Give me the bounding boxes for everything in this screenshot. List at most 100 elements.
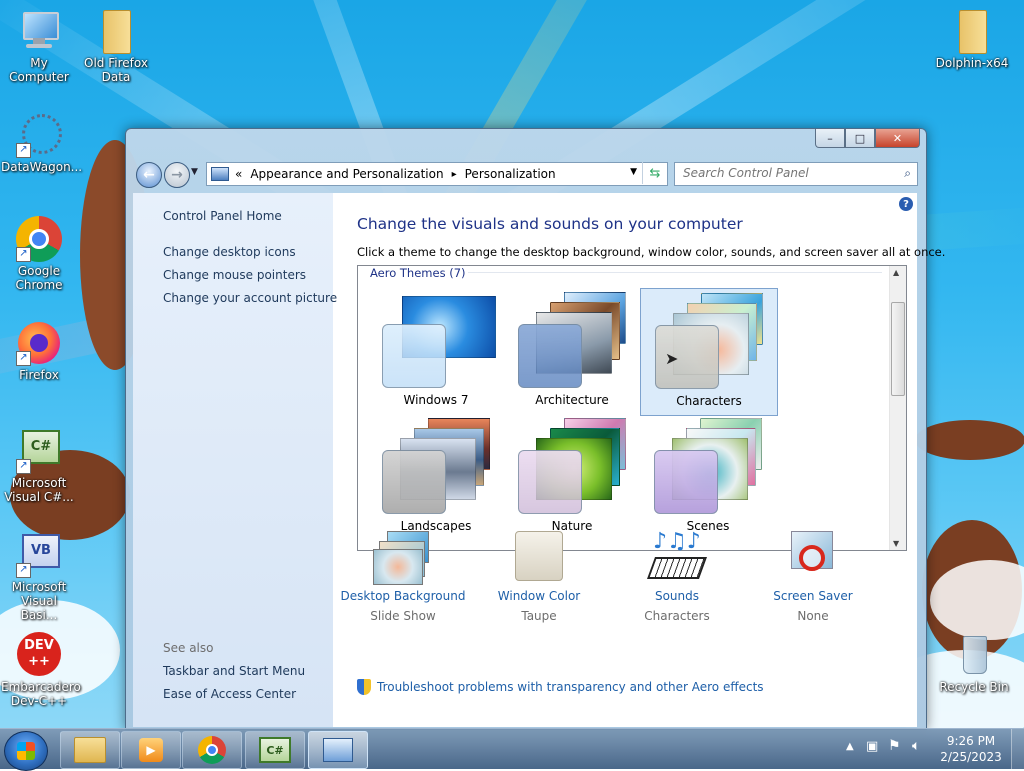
taskbar-media-player[interactable]: ▶ (121, 731, 181, 769)
desktop-icon-label: Microsoft Visual Basi... (11, 580, 67, 622)
window-color-icon (509, 531, 569, 583)
forward-button[interactable]: → (164, 162, 190, 188)
address-dropdown-icon[interactable]: ▼ (630, 167, 637, 177)
scroll-up-icon[interactable]: ▲ (893, 268, 899, 277)
theme-architecture[interactable]: Architecture (504, 288, 640, 414)
control-panel-home-link[interactable]: Control Panel Home (163, 209, 282, 223)
address-bar[interactable]: « Appearance and Personalization ▸ Perso… (206, 162, 668, 186)
clock-time: 9:26 PM (946, 734, 996, 748)
desktop-icon-recycle-bin[interactable]: Recycle Bin (936, 632, 1012, 694)
scroll-down-icon[interactable]: ▼ (893, 539, 899, 548)
aero-themes-group-label[interactable]: Aero Themes (7) (368, 266, 468, 280)
search-box[interactable]: ⌕ (674, 162, 918, 186)
address-overflow-chevron[interactable]: « (235, 167, 242, 181)
computer-icon (16, 8, 62, 54)
search-input[interactable] (675, 163, 893, 183)
desktop-icon-my-computer[interactable]: My Computer (1, 8, 77, 84)
start-button[interactable] (4, 731, 48, 771)
theme-color-swatch (518, 324, 582, 388)
taskbar-and-start-menu-link[interactable]: Taskbar and Start Menu (163, 664, 305, 678)
sounds-icon: ♪♫♪ (646, 531, 708, 583)
desktop-icon-google-chrome[interactable]: ↗ Google Chrome (1, 216, 77, 292)
change-desktop-icons-link[interactable]: Change desktop icons (163, 245, 296, 259)
theme-characters[interactable]: ➤ Characters (640, 288, 778, 416)
change-account-picture-link[interactable]: Change your account picture (163, 291, 337, 305)
taskbar-chrome[interactable] (182, 731, 242, 769)
turtle-illustration (915, 420, 1024, 460)
theme-scenes[interactable]: Scenes (640, 414, 776, 540)
desktop-background-icon (373, 531, 433, 585)
datawagon-icon: ↗ (16, 112, 62, 158)
theme-nature[interactable]: Nature (504, 414, 640, 540)
folder-icon (93, 8, 139, 54)
csharp-icon: C# ↗ (16, 428, 62, 474)
page-description: Click a theme to change the desktop back… (357, 245, 946, 259)
option-title: Sounds (654, 589, 700, 603)
maximize-button[interactable]: □ (845, 129, 875, 148)
theme-list: Aero Themes (7) Windows 7 Architecture ➤… (357, 265, 907, 551)
desktop-icon-label: Embarcadero Dev-C++ (1, 680, 81, 708)
personalization-window: – □ ✕ ← → ▼ « Appearance and Personaliza… (125, 128, 945, 730)
sounds-option[interactable]: ♪♫♪ Sounds Characters (607, 531, 747, 624)
theme-windows-7[interactable]: Windows 7 (368, 288, 504, 414)
desktop-icon-visual-basic[interactable]: VB ↗ Microsoft Visual Basi... (1, 532, 77, 622)
taskbar-explorer[interactable] (60, 731, 120, 769)
ease-of-access-center-link[interactable]: Ease of Access Center (163, 687, 296, 701)
taskbar-visual-csharp[interactable]: C# (245, 731, 305, 769)
desktop-icon-firefox[interactable]: ↗ Firefox (1, 320, 77, 382)
volume-icon[interactable]: 🔈︎ (912, 738, 920, 754)
window-controls: – □ ✕ (815, 129, 920, 148)
recent-pages-dropdown[interactable]: ▼ (191, 167, 198, 177)
troubleshoot-aero-link[interactable]: Troubleshoot problems with transparency … (357, 679, 764, 695)
minimize-button[interactable]: – (815, 129, 845, 148)
desktop-icon-visual-csharp[interactable]: C# ↗ Microsoft Visual C#... (1, 428, 77, 504)
desktop-icon-label: Old Firefox Data (84, 56, 148, 84)
screen-saver-icon (783, 531, 843, 583)
shield-icon (357, 679, 371, 695)
refresh-icon: ⇆ (649, 165, 661, 181)
theme-label: Architecture (535, 393, 609, 407)
main-content: ? Change the visuals and sounds on your … (333, 193, 945, 727)
search-icon[interactable]: ⌕ (904, 166, 911, 181)
show-hidden-icons-icon[interactable]: ▲ (846, 741, 854, 752)
option-title: Window Color (497, 589, 581, 603)
action-center-flag-icon[interactable]: ⚑ (888, 738, 901, 754)
close-button[interactable]: ✕ (875, 129, 920, 148)
breadcrumb-personalization[interactable]: Personalization (465, 167, 556, 181)
desktop-background-option[interactable]: Desktop Background Slide Show (333, 531, 473, 623)
theme-landscapes[interactable]: Landscapes (368, 414, 504, 540)
desktop-icon-dev-cpp[interactable]: DEV ++ Embarcadero Dev-C++ (1, 632, 81, 708)
clock-date: 2/25/2023 (940, 750, 1002, 764)
desktop-icon-label: Dolphin-x64 (935, 56, 1009, 70)
option-value: Characters (644, 609, 710, 623)
network-icon[interactable]: ▣ (866, 739, 878, 754)
desktop-icon-datawagon[interactable]: ↗ DataWagon... (1, 112, 83, 174)
folder-icon (74, 737, 106, 763)
vb-icon: VB ↗ (16, 532, 62, 578)
back-button[interactable]: ← (136, 162, 162, 188)
desktop-icon-label: DataWagon... (1, 160, 83, 174)
theme-color-swatch (518, 450, 582, 514)
window-color-option[interactable]: Window Color Taupe (469, 531, 609, 623)
system-tray: ▲ ▣ ⚑ 🔈︎ 9:26 PM 2/25/2023 (842, 729, 1024, 769)
breadcrumb-appearance-and-personalization[interactable]: Appearance and Personalization (250, 167, 443, 181)
option-title: Desktop Background (340, 589, 466, 603)
clock[interactable]: 9:26 PM 2/25/2023 (938, 733, 1004, 765)
taskbar-control-panel[interactable] (308, 731, 368, 769)
breadcrumb-separator-icon[interactable]: ▸ (452, 169, 457, 180)
shortcut-arrow-icon: ↗ (16, 247, 31, 262)
show-desktop-button[interactable] (1011, 729, 1024, 769)
desktop-icon-dolphin[interactable]: Dolphin-x64 (934, 8, 1010, 70)
theme-list-scrollbar[interactable]: ▲ ▼ (889, 266, 906, 550)
theme-color-swatch (382, 324, 446, 388)
see-also-heading: See also (163, 641, 214, 655)
help-icon[interactable]: ? (899, 197, 913, 211)
screen-saver-option[interactable]: Screen Saver None (743, 531, 883, 623)
control-panel-icon (211, 167, 229, 181)
desktop-icon-old-firefox-data[interactable]: Old Firefox Data (78, 8, 154, 84)
group-divider (466, 272, 882, 273)
change-mouse-pointers-link[interactable]: Change mouse pointers (163, 268, 306, 282)
scrollbar-thumb[interactable] (891, 302, 905, 396)
windows-logo-icon (17, 742, 35, 760)
refresh-button[interactable]: ⇆ (642, 162, 667, 184)
